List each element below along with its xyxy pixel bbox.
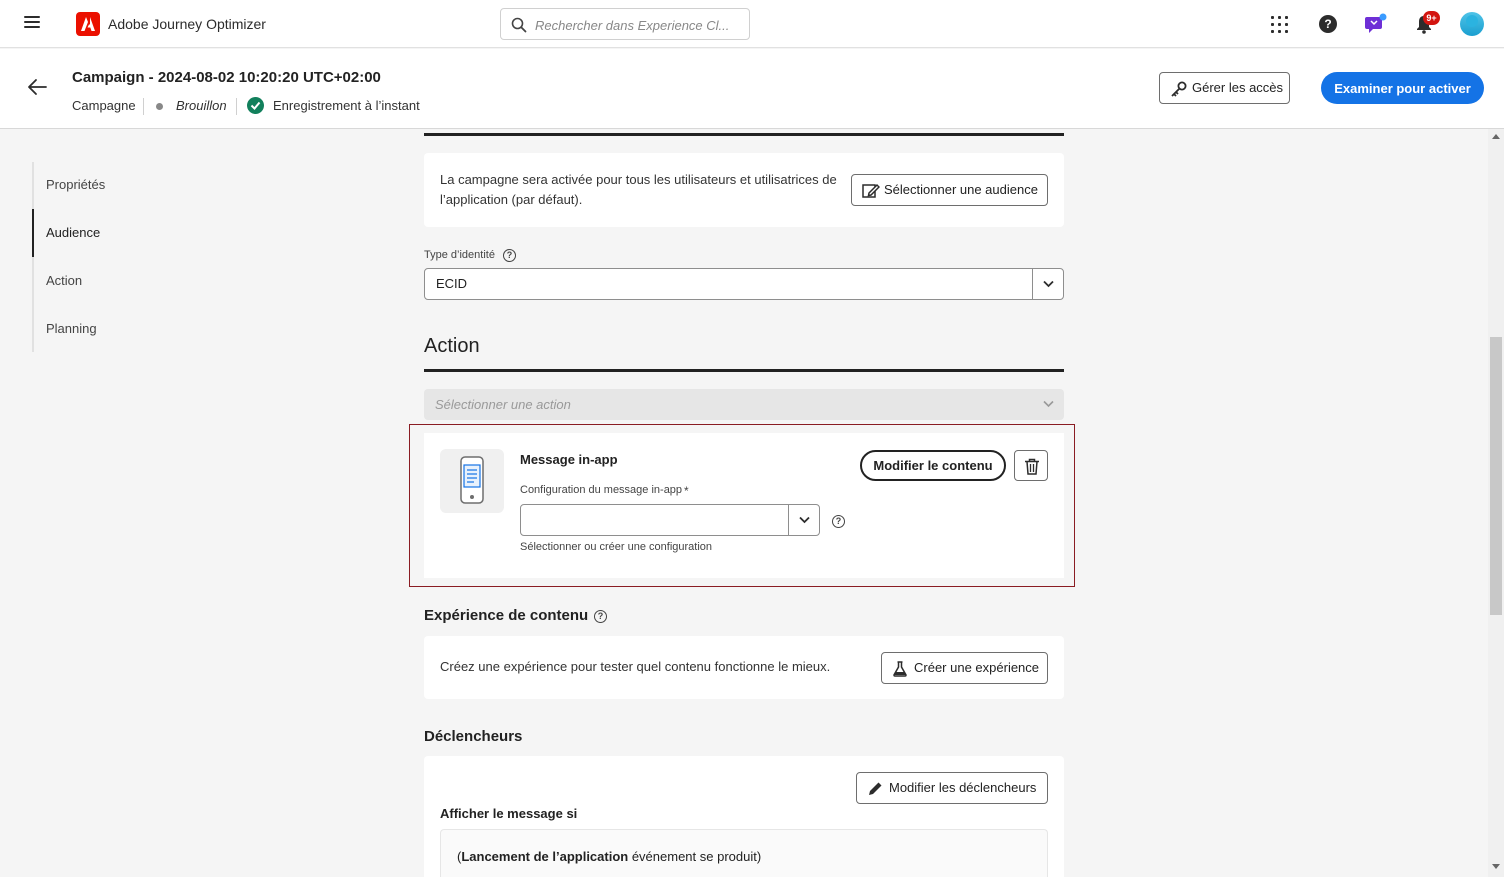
show-message-if-label: Afficher le message si <box>440 806 578 821</box>
notification-badge: 9+ <box>1423 11 1440 25</box>
status-badge: Brouillon <box>176 98 227 113</box>
scroll-up-arrow-icon[interactable] <box>1492 134 1500 139</box>
saved-check-icon <box>247 97 264 114</box>
nav-item-properties[interactable]: Propriétés <box>46 177 105 192</box>
edit-triggers-button[interactable]: Modifier les déclencheurs <box>856 772 1048 804</box>
edit-select-icon <box>862 183 880 198</box>
user-avatar[interactable] <box>1460 12 1484 36</box>
inapp-title: Message in-app <box>520 452 618 467</box>
triggers-title: Déclencheurs <box>424 728 523 745</box>
audience-card: La campagne sera activée pour tous les u… <box>424 153 1064 227</box>
help-icon[interactable]: ? <box>1316 12 1340 36</box>
review-activate-button[interactable]: Examiner pour activer <box>1321 72 1484 104</box>
flask-icon <box>893 661 907 677</box>
divider <box>236 98 237 115</box>
chevron-down-icon[interactable] <box>1032 269 1063 299</box>
identity-type-label: Type d’identité <box>424 249 495 261</box>
identity-type-value: ECID <box>436 276 468 291</box>
page-title: Campaign - 2024-08-02 10:20:20 UTC+02:00 <box>72 69 381 86</box>
create-experience-button[interactable]: Créer une expérience <box>881 652 1048 684</box>
section-nav: Propriétés Audience Action Planning <box>32 162 232 352</box>
select-action-dropdown: Sélectionner une action <box>424 389 1064 420</box>
action-section-title: Action <box>424 335 480 357</box>
manage-access-button[interactable]: Gérer les accès <box>1159 72 1290 104</box>
edit-content-button[interactable]: Modifier le contenu <box>860 450 1006 481</box>
search-icon <box>511 17 527 33</box>
select-audience-button[interactable]: Sélectionner une audience <box>851 174 1048 206</box>
scrollbar-thumb[interactable] <box>1490 337 1502 615</box>
adobe-logo-icon <box>76 12 100 36</box>
nav-item-audience[interactable]: Audience <box>46 225 100 240</box>
info-icon[interactable]: ? <box>832 515 845 528</box>
key-icon <box>1171 81 1187 97</box>
section-rule <box>424 369 1064 372</box>
trigger-condition-text: (Lancement de l’application événement se… <box>457 849 762 864</box>
content-experience-card: Créez une expérience pour tester quel co… <box>424 636 1064 699</box>
divider <box>143 98 144 115</box>
back-arrow-icon[interactable] <box>26 77 48 100</box>
chevron-down-icon <box>1043 400 1054 408</box>
inapp-config-helptext: Sélectionner ou créer une configuration <box>520 541 713 553</box>
save-status: Enregistrement à l’instant <box>273 98 420 113</box>
inapp-config-select[interactable] <box>520 504 820 536</box>
mobile-phone-icon <box>440 449 504 513</box>
audience-description: La campagne sera activée pour tous les u… <box>440 172 837 207</box>
apps-grid-icon[interactable] <box>1268 12 1292 36</box>
nav-active-indicator <box>32 209 34 257</box>
hamburger-menu-icon[interactable] <box>24 16 40 32</box>
info-icon[interactable]: ? <box>594 610 607 623</box>
nav-item-action[interactable]: Action <box>46 273 82 288</box>
required-mark: * <box>684 484 689 498</box>
delete-action-button[interactable] <box>1014 450 1048 481</box>
top-bar: Adobe Journey Optimizer ? 9+ <box>0 0 1504 48</box>
search-input[interactable] <box>535 15 735 35</box>
chevron-down-icon[interactable] <box>788 505 819 535</box>
feedback-chat-icon[interactable] <box>1364 12 1388 36</box>
nav-item-planning[interactable]: Planning <box>46 321 97 336</box>
trash-icon <box>1025 458 1039 475</box>
scroll-down-arrow-icon[interactable] <box>1492 864 1500 869</box>
inapp-config-label: Configuration du message in-app <box>520 484 683 496</box>
content-experience-title: Expérience de contenu <box>424 607 589 624</box>
page-header: Campaign - 2024-08-02 10:20:20 UTC+02:00… <box>0 49 1504 129</box>
status-dot-icon <box>156 103 163 110</box>
trigger-condition: (Lancement de l’application événement se… <box>440 829 1048 877</box>
pencil-icon <box>869 782 882 795</box>
campaign-type: Campagne <box>72 98 136 113</box>
search-box[interactable] <box>500 8 750 40</box>
section-rule <box>424 133 1064 136</box>
identity-type-select[interactable]: ECID <box>424 268 1064 300</box>
info-icon[interactable]: ? <box>503 249 516 262</box>
app-title: Adobe Journey Optimizer <box>108 16 266 32</box>
content-experience-description: Créez une expérience pour tester quel co… <box>440 659 831 674</box>
